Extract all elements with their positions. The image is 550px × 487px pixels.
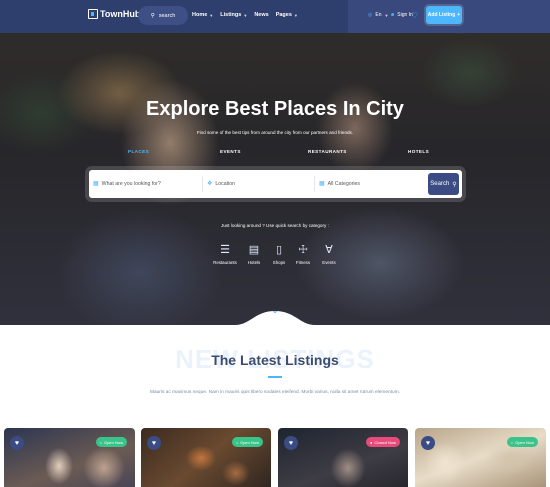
listing-card[interactable]: ♥ ○ Open Now	[141, 428, 271, 487]
map-pin-icon: ❖	[207, 181, 213, 187]
keyword-placeholder: What are you looking for?	[101, 180, 161, 187]
listing-card[interactable]: ♥ ○ Open Now	[415, 428, 546, 487]
chevron-down-icon: ▼	[243, 12, 248, 18]
heart-icon: ♡	[411, 11, 419, 20]
favorites-button[interactable]: ♡	[411, 11, 418, 20]
category-label: Events	[322, 260, 336, 265]
category-label: Restaurants	[213, 260, 237, 265]
status-label: Open Now	[515, 439, 534, 445]
add-listing-label: Add Listing	[427, 12, 456, 18]
tab-hotels[interactable]: HOTELS	[408, 149, 429, 154]
grid-icon: ▦	[319, 181, 325, 187]
category-value: All Categories	[327, 180, 360, 187]
category-select[interactable]: ▦ All Categories	[319, 180, 360, 188]
globe-icon: ◎	[368, 12, 373, 18]
chevron-down-icon: ▼	[209, 12, 214, 18]
heart-icon[interactable]: ♥	[10, 436, 24, 450]
status-badge: ● Closed Now	[366, 437, 400, 447]
search-button-label: Search	[430, 181, 450, 187]
location-field[interactable]: ❖ Location	[207, 180, 236, 188]
lock-closed-icon: ●	[370, 439, 373, 445]
hero-section: Explore Best Places In City Find some of…	[0, 33, 550, 325]
tab-restaurants[interactable]: RESTAURANTS	[308, 149, 347, 154]
title-underline	[268, 376, 282, 378]
logo-text: TownHub.	[100, 9, 143, 19]
plus-icon: +	[457, 12, 461, 18]
search-tabs: PLACES EVENTS RESTAURANTS HOTELS	[0, 149, 550, 159]
search-button[interactable]: Search ⚲	[428, 173, 459, 195]
nav-item-listings[interactable]: Listings ▼	[220, 12, 247, 18]
main-nav: Home ▼ Listings ▼ News Pages ▼	[192, 12, 298, 18]
nav-item-home[interactable]: Home ▼	[192, 12, 213, 18]
status-label: Open Now	[104, 439, 123, 445]
scroll-down-icon[interactable]: ⌄	[268, 306, 282, 315]
status-label: Closed Now	[374, 439, 396, 445]
hero-title: Explore Best Places In City	[146, 98, 404, 120]
page: TownHub. ⚲ search Home ▼ Listings ▼ News P…	[0, 0, 550, 487]
lock-open-icon: ○	[510, 439, 514, 445]
keyword-field[interactable]: ▦ What are you looking for?	[93, 180, 161, 188]
lock-open-icon: ○	[99, 439, 103, 445]
divider	[314, 176, 315, 192]
chevron-down-icon: ▼	[384, 12, 389, 18]
category-restaurants[interactable]: ☰ Restaurants	[210, 243, 240, 265]
heart-icon[interactable]: ♥	[284, 436, 298, 450]
hero-subtitle: Find some of the best tips from around t…	[196, 130, 354, 135]
cocktail-icon: ∀	[325, 244, 333, 256]
divider	[202, 176, 203, 192]
user-icon: ☻	[390, 12, 396, 18]
status-badge: ○ Open Now	[506, 437, 538, 447]
section-description: Mauris ac maximus neque. Nam in mauris q…	[149, 390, 401, 395]
tab-places[interactable]: PLACES	[128, 149, 149, 154]
add-listing-button[interactable]: Add Listing +	[426, 6, 462, 24]
heart-icon[interactable]: ♥	[147, 436, 161, 450]
logo-mark-icon	[88, 9, 98, 19]
search-icon: ⚲	[150, 12, 155, 19]
sign-in-link[interactable]: ☻ Sign In	[390, 12, 413, 18]
quick-categories: ☰ Restaurants ▤ Hotels ▯ Shops ☩ Fitness…	[0, 243, 550, 273]
status-label: Open Now	[240, 439, 259, 445]
nav-item-label: Listings	[220, 12, 242, 18]
header-search-label: search	[158, 12, 176, 19]
category-events[interactable]: ∀ Events	[314, 243, 344, 265]
listing-card[interactable]: ♥ ● Closed Now	[278, 428, 408, 487]
tab-events[interactable]: EVENTS	[220, 149, 241, 154]
logo[interactable]: TownHub.	[88, 9, 143, 19]
nav-item-label: Pages	[275, 12, 292, 18]
top-header: TownHub. ⚲ search Home ▼ Listings ▼ News P…	[0, 0, 550, 33]
location-placeholder: Location	[215, 180, 236, 187]
section-title: The Latest Listings	[211, 352, 339, 368]
nav-item-news[interactable]: News	[254, 12, 268, 18]
language-selector[interactable]: ◎ En ▼	[368, 12, 388, 18]
language-label: En	[375, 12, 382, 18]
main-search-bar: ▦ What are you looking for? ❖ Location ▦…	[89, 170, 462, 198]
search-icon: ⚲	[452, 181, 457, 188]
heart-icon[interactable]: ♥	[421, 436, 435, 450]
nav-item-label: Home	[192, 12, 208, 18]
header-search-button[interactable]: ⚲ search	[138, 6, 188, 25]
lock-open-icon: ○	[235, 439, 239, 445]
keyboard-icon: ▦	[93, 181, 99, 187]
listing-card[interactable]: ♥ ○ Open Now	[4, 428, 135, 487]
nav-item-pages[interactable]: Pages ▼	[276, 12, 298, 18]
status-badge: ○ Open Now	[95, 437, 127, 447]
status-badge: ○ Open Now	[231, 437, 263, 447]
chevron-down-icon: ▼	[293, 12, 298, 18]
nav-item-label: News	[254, 12, 269, 18]
burger-icon: ☰	[220, 244, 230, 256]
quick-search-text: Just looking around ? Use quick search b…	[221, 223, 329, 228]
